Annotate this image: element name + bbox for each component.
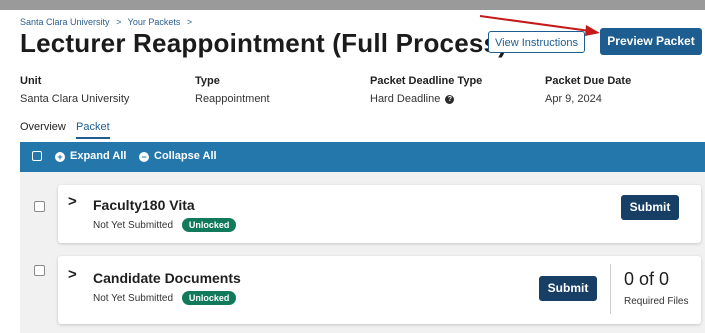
submit-button[interactable]: Submit	[621, 195, 679, 220]
submit-button[interactable]: Submit	[539, 276, 597, 301]
section-title: Faculty180 Vita	[93, 197, 195, 213]
section-status-line: Not Yet Submitted Unlocked	[93, 291, 237, 305]
preview-packet-button[interactable]: Preview Packet	[600, 28, 702, 55]
plus-circle-icon: +	[55, 152, 65, 162]
help-icon[interactable]: ?	[445, 94, 455, 104]
breadcrumb-link-university[interactable]: Santa Clara University	[20, 17, 110, 27]
section-card-candidate-documents: > Candidate Documents Not Yet Submitted …	[58, 256, 701, 324]
required-files-count: 0 of 0	[624, 269, 670, 289]
section-checkbox[interactable]	[34, 201, 45, 212]
breadcrumb-separator: >	[116, 17, 122, 27]
top-bar	[0, 0, 705, 10]
expand-all-label: Expand All	[70, 150, 127, 162]
due-date-label: Packet Due Date	[545, 75, 632, 87]
section-status: Not Yet Submitted	[93, 293, 174, 304]
collapse-all-label: Collapse All	[154, 150, 217, 162]
breadcrumb-separator: >	[186, 17, 193, 27]
page-title: Lecturer Reappointment (Full Process)	[20, 28, 508, 58]
view-instructions-button[interactable]: View Instructions	[488, 31, 585, 53]
meta-unit: Unit Santa Clara University	[20, 75, 129, 105]
deadline-type-value: Hard Deadline	[370, 93, 441, 105]
packet-toolbar: + Expand All − Collapse All	[20, 142, 705, 172]
due-date-value: Apr 9, 2024	[545, 93, 602, 105]
divider	[610, 264, 611, 314]
tab-overview[interactable]: Overview	[20, 121, 66, 133]
select-all-checkbox[interactable]	[32, 151, 42, 161]
breadcrumb: Santa Clara University > Your Packets >	[20, 17, 196, 27]
deadline-type-label: Packet Deadline Type	[370, 75, 483, 87]
section-status: Not Yet Submitted	[93, 220, 174, 231]
type-value: Reappointment	[195, 93, 270, 105]
chevron-right-icon[interactable]: >	[68, 266, 77, 283]
unit-value: Santa Clara University	[20, 93, 130, 105]
meta-type: Type Reappointment	[195, 75, 270, 105]
required-files-label: Required Files	[624, 296, 689, 307]
meta-deadline-type: Packet Deadline Type Hard Deadline ?	[370, 75, 482, 105]
type-label: Type	[195, 75, 220, 87]
breadcrumb-link-packets[interactable]: Your Packets	[128, 17, 181, 27]
collapse-all-button[interactable]: − Collapse All	[139, 150, 217, 162]
expand-all-button[interactable]: + Expand All	[55, 150, 126, 162]
section-card-faculty180-vita: > Faculty180 Vita Not Yet Submitted Unlo…	[58, 185, 701, 243]
status-badge: Unlocked	[181, 218, 237, 232]
section-status-line: Not Yet Submitted Unlocked	[93, 218, 237, 232]
meta-due-date: Packet Due Date Apr 9, 2024	[545, 75, 631, 105]
chevron-right-icon[interactable]: >	[68, 193, 77, 210]
deadline-type-value-wrap: Hard Deadline ?	[370, 93, 482, 105]
status-badge: Unlocked	[181, 291, 237, 305]
minus-circle-icon: −	[139, 152, 149, 162]
section-checkbox[interactable]	[34, 265, 45, 276]
unit-label: Unit	[20, 75, 42, 87]
tab-packet[interactable]: Packet	[76, 121, 110, 139]
section-title: Candidate Documents	[93, 270, 241, 286]
